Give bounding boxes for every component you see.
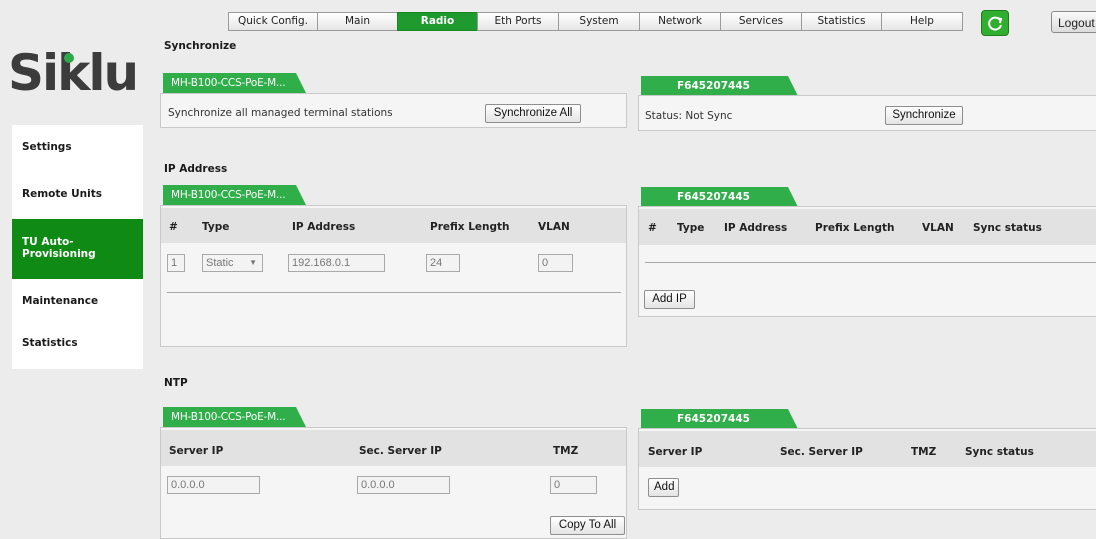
menu-help[interactable]: Help xyxy=(881,12,963,31)
col-header-tmz: TMZ xyxy=(553,445,579,457)
col-header-num: # xyxy=(648,222,657,234)
col-header-ip-address: IP Address xyxy=(292,221,356,233)
tab-local-ip[interactable]: MH-B100-CCS-PoE-M... xyxy=(163,185,306,205)
add-ntp-button[interactable]: Add xyxy=(648,478,679,497)
panel-ntp-remote: Server IP Sec. Server IP TMZ Sync status… xyxy=(638,428,1096,510)
menu-quick-config[interactable]: Quick Config. xyxy=(228,12,318,31)
menu-network[interactable]: Network xyxy=(639,12,721,31)
section-title-ip-address: IP Address xyxy=(164,163,228,175)
col-header-ip-address: IP Address xyxy=(724,222,788,234)
ip-type-value: Static xyxy=(206,257,234,269)
chevron-down-icon: ▼ xyxy=(249,258,257,267)
menu-system[interactable]: System xyxy=(558,12,640,31)
divider xyxy=(167,292,621,293)
divider xyxy=(645,262,1096,263)
col-header-sync-status: Sync status xyxy=(973,222,1042,234)
col-header-server-ip: Server IP xyxy=(648,446,703,458)
sec-server-ip-input[interactable]: 0.0.0.0 xyxy=(357,476,450,494)
top-menu: Quick Config. Main Radio Eth Ports Syste… xyxy=(228,12,963,31)
sidebar: Settings Remote Units TU Auto- Provision… xyxy=(12,125,143,369)
col-header-tmz: TMZ xyxy=(911,446,937,458)
ip-address-input[interactable]: 192.168.0.1 xyxy=(288,254,385,272)
tab-remote-ntp[interactable]: F645207445 xyxy=(641,409,798,429)
menu-radio[interactable]: Radio xyxy=(397,12,478,31)
logo-dot-icon xyxy=(64,53,74,63)
sync-local-text: Synchronize all managed terminal station… xyxy=(168,107,393,119)
panel-sync-remote: Status: Not Sync Synchronize xyxy=(638,95,1096,131)
prefix-length-input[interactable]: 24 xyxy=(426,254,460,272)
refresh-icon xyxy=(988,16,1003,31)
sidebar-item-remote-units[interactable]: Remote Units xyxy=(12,169,143,219)
col-header-type: Type xyxy=(202,221,230,233)
add-ip-button[interactable]: Add IP xyxy=(644,290,695,309)
col-header-sync-status: Sync status xyxy=(965,446,1034,458)
menu-main[interactable]: Main xyxy=(317,12,398,31)
panel-ip-local: # Type IP Address Prefix Length VLAN 1 S… xyxy=(160,205,627,347)
sidebar-item-settings[interactable]: Settings xyxy=(12,125,143,169)
menu-eth-ports[interactable]: Eth Ports xyxy=(477,12,559,31)
menu-services[interactable]: Services xyxy=(720,12,802,31)
col-header-vlan: VLAN xyxy=(922,222,954,234)
col-header-sec-server-ip: Sec. Server IP xyxy=(359,445,442,457)
col-header-prefix-length: Prefix Length xyxy=(815,222,895,234)
ip-row-number: 1 xyxy=(167,254,185,272)
tab-local-ntp[interactable]: MH-B100-CCS-PoE-M... xyxy=(163,407,306,427)
col-header-server-ip: Server IP xyxy=(169,445,224,457)
sidebar-item-maintenance[interactable]: Maintenance xyxy=(12,279,143,327)
synchronize-all-button[interactable]: Synchronize All xyxy=(485,104,581,123)
tab-remote-ip[interactable]: F645207445 xyxy=(641,187,798,207)
sidebar-item-tu-auto-provisioning[interactable]: TU Auto- Provisioning xyxy=(12,219,143,279)
col-header-type: Type xyxy=(677,222,705,234)
tab-remote-sync[interactable]: F645207445 xyxy=(641,76,798,96)
tmz-input[interactable]: 0 xyxy=(550,476,597,494)
section-title-synchronize: Synchronize xyxy=(164,40,237,52)
ip-type-select[interactable]: Static ▼ xyxy=(202,254,263,272)
panel-ntp-local: Server IP Sec. Server IP TMZ 0.0.0.0 0.0… xyxy=(160,427,627,539)
panel-ip-remote: # Type IP Address Prefix Length VLAN Syn… xyxy=(638,206,1096,317)
server-ip-input[interactable]: 0.0.0.0 xyxy=(167,476,260,494)
col-header-prefix-length: Prefix Length xyxy=(430,221,510,233)
synchronize-button[interactable]: Synchronize xyxy=(885,106,963,125)
menu-statistics[interactable]: Statistics xyxy=(801,12,882,31)
sync-status-text: Status: Not Sync xyxy=(645,110,733,122)
panel-sync-local: Synchronize all managed terminal station… xyxy=(160,93,627,128)
copy-to-all-button[interactable]: Copy To All xyxy=(550,516,625,535)
col-header-sec-server-ip: Sec. Server IP xyxy=(780,446,863,458)
col-header-vlan: VLAN xyxy=(538,221,570,233)
col-header-num: # xyxy=(169,221,178,233)
sidebar-item-statistics[interactable]: Statistics xyxy=(12,327,143,369)
logout-button[interactable]: Logout xyxy=(1051,11,1096,33)
tab-local-sync[interactable]: MH-B100-CCS-PoE-M... xyxy=(163,73,306,93)
section-title-ntp: NTP xyxy=(164,377,188,389)
vlan-input[interactable]: 0 xyxy=(538,254,573,272)
refresh-button[interactable] xyxy=(981,10,1009,36)
